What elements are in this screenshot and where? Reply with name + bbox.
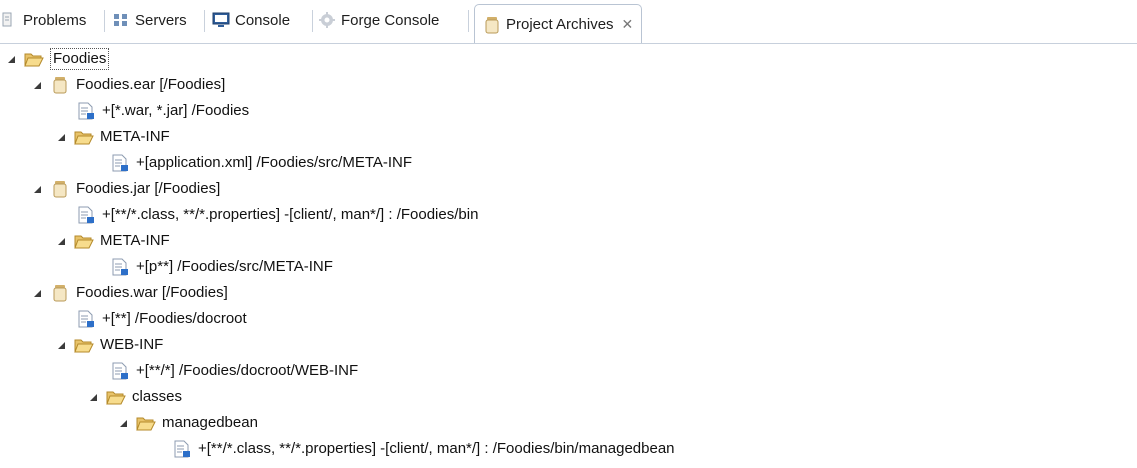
tree-item-managedbean[interactable]: managedbean (116, 410, 258, 436)
forge-console-icon (318, 11, 336, 29)
expand-arrow-icon[interactable] (116, 416, 130, 430)
tree-label: classes (132, 388, 183, 405)
tree-label: +[**/*.class, **/*.properties] -[client/… (198, 440, 675, 457)
folder-open-icon (106, 388, 126, 406)
tree-label: Foodies.war [/Foodies] (76, 284, 228, 301)
tab-strip-underline (0, 43, 1137, 44)
tab-servers-label: Servers (135, 11, 187, 29)
fileset-icon (76, 206, 96, 224)
fileset-icon (110, 362, 130, 380)
expand-arrow-icon[interactable] (86, 390, 100, 404)
archive-icon (483, 16, 501, 34)
expand-arrow-icon[interactable] (54, 338, 68, 352)
folder-open-icon (74, 336, 94, 354)
folder-open-icon (74, 232, 94, 250)
tab-separator (468, 10, 469, 32)
tree-item-fileset[interactable]: +[**] /Foodies/docroot (76, 306, 247, 332)
tree-label: +[*.war, *.jar] /Foodies (102, 102, 250, 119)
tab-console-label: Console (235, 11, 291, 29)
fileset-icon (110, 154, 130, 172)
problems-icon (0, 11, 18, 29)
tree-item-foodies-ear[interactable]: Foodies.ear [/Foodies] (30, 72, 225, 98)
tree-item-web-inf[interactable]: WEB-INF (54, 332, 163, 358)
tree-item-fileset[interactable]: +[*.war, *.jar] /Foodies (76, 98, 249, 124)
tab-separator (204, 10, 205, 32)
folder-open-icon (24, 50, 44, 68)
tree-item-meta-inf[interactable]: META-INF (54, 124, 170, 150)
tab-console[interactable]: Console (212, 4, 290, 36)
tree-label: +[**/*.class, **/*.properties] -[client/… (102, 206, 479, 223)
servers-icon (112, 11, 130, 29)
tree-item-foodies[interactable]: Foodies (4, 46, 110, 72)
jar-icon (50, 284, 70, 302)
tab-separator (104, 10, 105, 32)
tree-item-meta-inf[interactable]: META-INF (54, 228, 170, 254)
tree-item-fileset[interactable]: +[**/*] /Foodies/docroot/WEB-INF (110, 358, 358, 384)
fileset-icon (172, 440, 192, 458)
tree-item-foodies-jar[interactable]: Foodies.jar [/Foodies] (30, 176, 220, 202)
folder-open-icon (136, 414, 156, 432)
tab-separator (312, 10, 313, 32)
tree-label: Foodies.ear [/Foodies] (76, 76, 226, 93)
tab-project-archives[interactable]: Project Archives ✕ (474, 4, 643, 44)
tab-servers[interactable]: Servers (112, 4, 187, 36)
tab-forge-console[interactable]: Forge Console (318, 4, 439, 36)
fileset-icon (110, 258, 130, 276)
tree-item-fileset[interactable]: +[**/*.class, **/*.properties] -[client/… (76, 202, 478, 228)
tree-label: META-INF (100, 128, 170, 145)
tree-item-foodies-war[interactable]: Foodies.war [/Foodies] (30, 280, 228, 306)
tab-problems[interactable]: Problems (0, 4, 86, 36)
jar-icon (50, 180, 70, 198)
fileset-icon (76, 102, 96, 120)
tree-label: WEB-INF (100, 336, 164, 353)
tree-item-fileset[interactable]: +[**/*.class, **/*.properties] -[client/… (172, 436, 675, 462)
tree-label: +[p**] /Foodies/src/META-INF (136, 258, 333, 275)
folder-open-icon (74, 128, 94, 146)
tree-item-fileset[interactable]: +[application.xml] /Foodies/src/META-INF (110, 150, 412, 176)
tree-item-classes[interactable]: classes (86, 384, 182, 410)
console-icon (212, 11, 230, 29)
close-icon[interactable]: ✕ (622, 16, 634, 33)
fileset-icon (76, 310, 96, 328)
tree-label: Foodies (50, 48, 110, 70)
tree-item-fileset[interactable]: +[p**] /Foodies/src/META-INF (110, 254, 333, 280)
tree-label: Foodies.jar [/Foodies] (76, 180, 221, 197)
view-tab-bar: Problems Servers Console Forge Console P… (0, 0, 1137, 44)
tree-label: +[**/*] /Foodies/docroot/WEB-INF (136, 362, 359, 379)
tab-problems-label: Problems (23, 11, 87, 29)
expand-arrow-icon[interactable] (30, 182, 44, 196)
jar-icon (50, 76, 70, 94)
tree-label: META-INF (100, 232, 170, 249)
expand-arrow-icon[interactable] (54, 130, 68, 144)
expand-arrow-icon[interactable] (30, 78, 44, 92)
tree-label: +[**] /Foodies/docroot (102, 310, 247, 327)
expand-arrow-icon[interactable] (54, 234, 68, 248)
tree-label: +[application.xml] /Foodies/src/META-INF (136, 154, 413, 171)
tab-project-archives-label: Project Archives (506, 16, 614, 33)
tab-forge-console-label: Forge Console (341, 11, 440, 29)
tree-label: managedbean (162, 414, 258, 431)
expand-arrow-icon[interactable] (4, 52, 18, 66)
expand-arrow-icon[interactable] (30, 286, 44, 300)
